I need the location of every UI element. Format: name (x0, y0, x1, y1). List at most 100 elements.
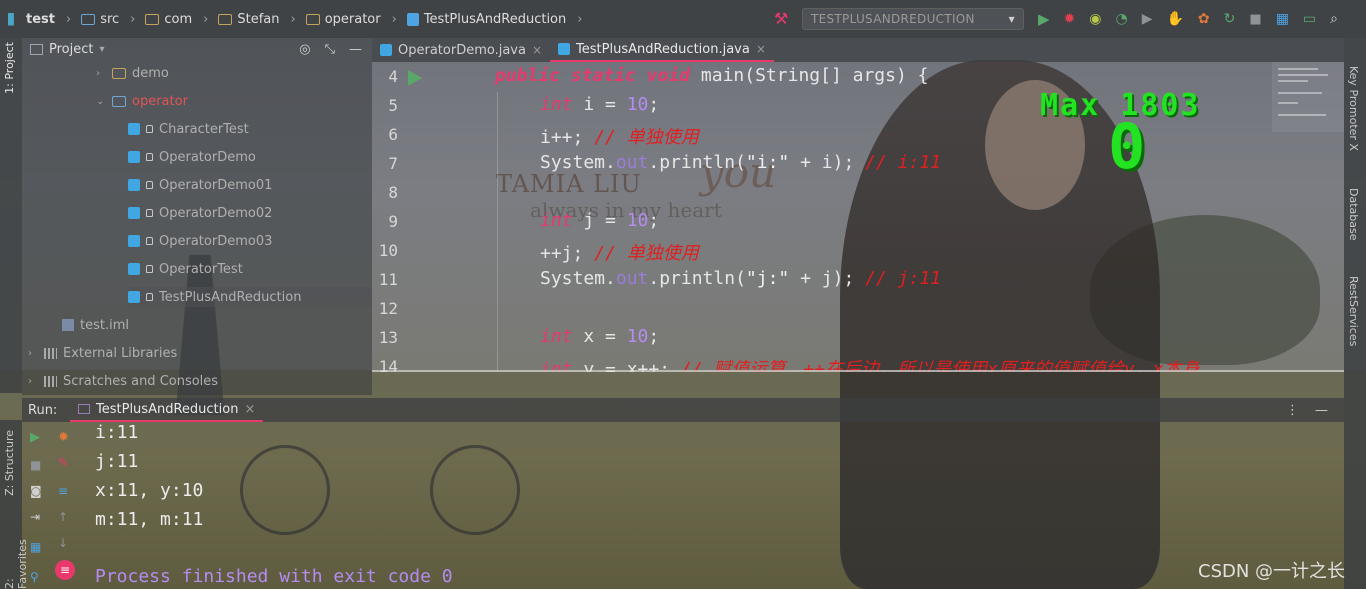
close-icon[interactable]: × (756, 42, 766, 56)
navigation-bar: test › src › com › Stefan › operator › T… (0, 0, 1366, 38)
minimize-icon[interactable]: — (1315, 403, 1328, 418)
locate-icon[interactable]: ◎ (299, 42, 310, 57)
tab-project[interactable]: 1: Project (3, 42, 16, 94)
chevron-right-icon: › (65, 11, 72, 27)
run-panel-label: Run: (28, 402, 58, 418)
code-line: int i = 10; (540, 94, 659, 115)
more-options-icon[interactable]: ⋮ (1286, 403, 1299, 418)
folder-icon (112, 95, 126, 107)
breadcrumb-item[interactable]: src › (81, 12, 135, 27)
profile-icon[interactable]: ◔ (1115, 11, 1127, 27)
code-line: i++; // 单独使用 (540, 123, 699, 149)
chevron-right-icon: › (203, 11, 209, 27)
collapse-icon[interactable]: ⤡ (325, 42, 335, 57)
code-line: System.out.println("i:" + i); // i:11 (540, 152, 941, 173)
close-icon[interactable]: × (244, 402, 255, 417)
tree-class-item[interactable]: CharacterTest (128, 119, 249, 139)
update-icon[interactable]: ↻ (1224, 11, 1236, 27)
tree-class-item[interactable]: OperatorDemo02 (128, 203, 272, 223)
run-gutter-icon[interactable] (408, 70, 422, 86)
tree-class-item-selected[interactable]: TestPlusAndReduction (128, 287, 372, 307)
run-config-icon (78, 404, 90, 414)
breadcrumb-item[interactable]: TestPlusAndReduction › (406, 11, 583, 27)
stop-icon[interactable]: ■ (1249, 12, 1261, 27)
editor-tab[interactable]: OperatorDemo.java × (372, 38, 550, 62)
code-number: 10 (626, 326, 649, 347)
coverage-icon[interactable]: ◉ (1089, 11, 1101, 27)
lock-icon (146, 293, 153, 301)
breadcrumb-item[interactable]: test › (8, 12, 71, 27)
lock-icon (146, 265, 153, 273)
code-line: System.out.println("j:" + j); // j:11 (540, 268, 941, 289)
tab-key-promoter[interactable]: Key Promoter X (1347, 66, 1360, 151)
breadcrumb-item[interactable]: Stefan › (218, 12, 296, 27)
tree-item-label: External Libraries (63, 345, 178, 361)
java-class-icon (128, 291, 140, 303)
tree-iml-file[interactable]: test.iml (62, 315, 129, 335)
tree-class-item[interactable]: OperatorDemo (128, 147, 256, 167)
code-text: x = (572, 326, 627, 347)
run-dashboard-icon[interactable]: ▶ (1142, 11, 1153, 27)
code-text: + j); (789, 268, 866, 289)
tree-folder-demo[interactable]: › demo (96, 63, 169, 83)
breadcrumb-item[interactable]: operator › (305, 12, 397, 27)
project-panel-title[interactable]: Project (49, 42, 93, 57)
attach-icon[interactable]: ✋ (1166, 11, 1183, 27)
minimize-icon[interactable]: — (349, 42, 362, 57)
code-text: + i); (789, 152, 866, 173)
tree-item-label: CharacterTest (159, 121, 249, 137)
breadcrumb-label: src (100, 11, 120, 27)
run-tab[interactable]: TestPlusAndReduction × (70, 398, 264, 422)
terminal-icon[interactable]: ▭ (1303, 11, 1316, 27)
run-icon[interactable]: ▶ (1038, 10, 1050, 28)
line-number: 4 (388, 67, 398, 86)
tree-item-label: operator (132, 93, 188, 109)
editor-tab-label: OperatorDemo.java (398, 42, 526, 58)
hammer-icon[interactable]: ⚒ (774, 11, 788, 27)
code-text: j = (572, 210, 627, 231)
library-icon (44, 347, 57, 359)
breadcrumb-item[interactable]: com › (145, 12, 208, 27)
code-text: ; (648, 326, 660, 347)
tree-class-item[interactable]: OperatorTest (128, 259, 243, 279)
java-class-icon (128, 151, 140, 163)
java-class-icon (128, 179, 140, 191)
run-configuration-label: TESTPLUSANDREDUCTION (810, 12, 975, 26)
code-comment: // 单独使用 (594, 127, 699, 148)
code-comment: // i:11 (865, 152, 941, 173)
editor-tab-active[interactable]: TestPlusAndReduction.java × (550, 38, 774, 62)
console-line: j:11 (95, 451, 139, 472)
tree-class-item[interactable]: OperatorDemo03 (128, 231, 272, 251)
code-keyword: int (540, 326, 573, 347)
tree-item-label: OperatorDemo01 (159, 177, 273, 193)
search-icon[interactable]: ⌕ (1330, 11, 1338, 27)
tree-folder-operator[interactable]: ⌄ operator (96, 91, 188, 111)
breadcrumb-label: TestPlusAndReduction (423, 11, 567, 27)
tree-external-libraries[interactable]: › External Libraries (28, 343, 177, 363)
lock-icon (146, 181, 153, 189)
console-exit-message: Process finished with exit code 0 (95, 566, 453, 587)
close-icon[interactable]: × (532, 43, 542, 57)
code-text: i = (572, 94, 627, 115)
code-field: out (615, 152, 649, 173)
chevron-right-icon: › (577, 11, 583, 27)
line-number: 10 (378, 241, 398, 260)
tab-rest-services[interactable]: RestServices (1347, 276, 1360, 346)
console-output[interactable]: i:11 j:11 x:11, y:10 m:11, m:11 Process … (0, 422, 1344, 589)
debug-icon[interactable]: ✹ (1064, 11, 1076, 27)
code-comment: // 单独使用 (594, 243, 699, 264)
folder-icon (305, 13, 320, 25)
source-folder-icon (81, 13, 96, 25)
chevron-down-icon[interactable]: ▾ (99, 44, 104, 55)
plugin-icon[interactable]: ✿ (1198, 11, 1210, 27)
layout-icon[interactable]: ▦ (1276, 11, 1289, 27)
tree-item-label: OperatorDemo03 (159, 233, 273, 249)
java-class-icon (128, 123, 140, 135)
tab-database[interactable]: Database (1347, 188, 1360, 241)
code-field: out (615, 268, 649, 289)
run-configuration-select[interactable]: TESTPLUSANDREDUCTION ▾ (801, 8, 1024, 30)
tree-scratches[interactable]: › Scratches and Consoles (28, 371, 218, 391)
code-minimap[interactable] (1272, 62, 1344, 132)
tree-class-item[interactable]: OperatorDemo01 (128, 175, 272, 195)
project-panel: Project ▾ ◎ ⤡ — › demo ⌄ operator Charac… (22, 38, 372, 395)
